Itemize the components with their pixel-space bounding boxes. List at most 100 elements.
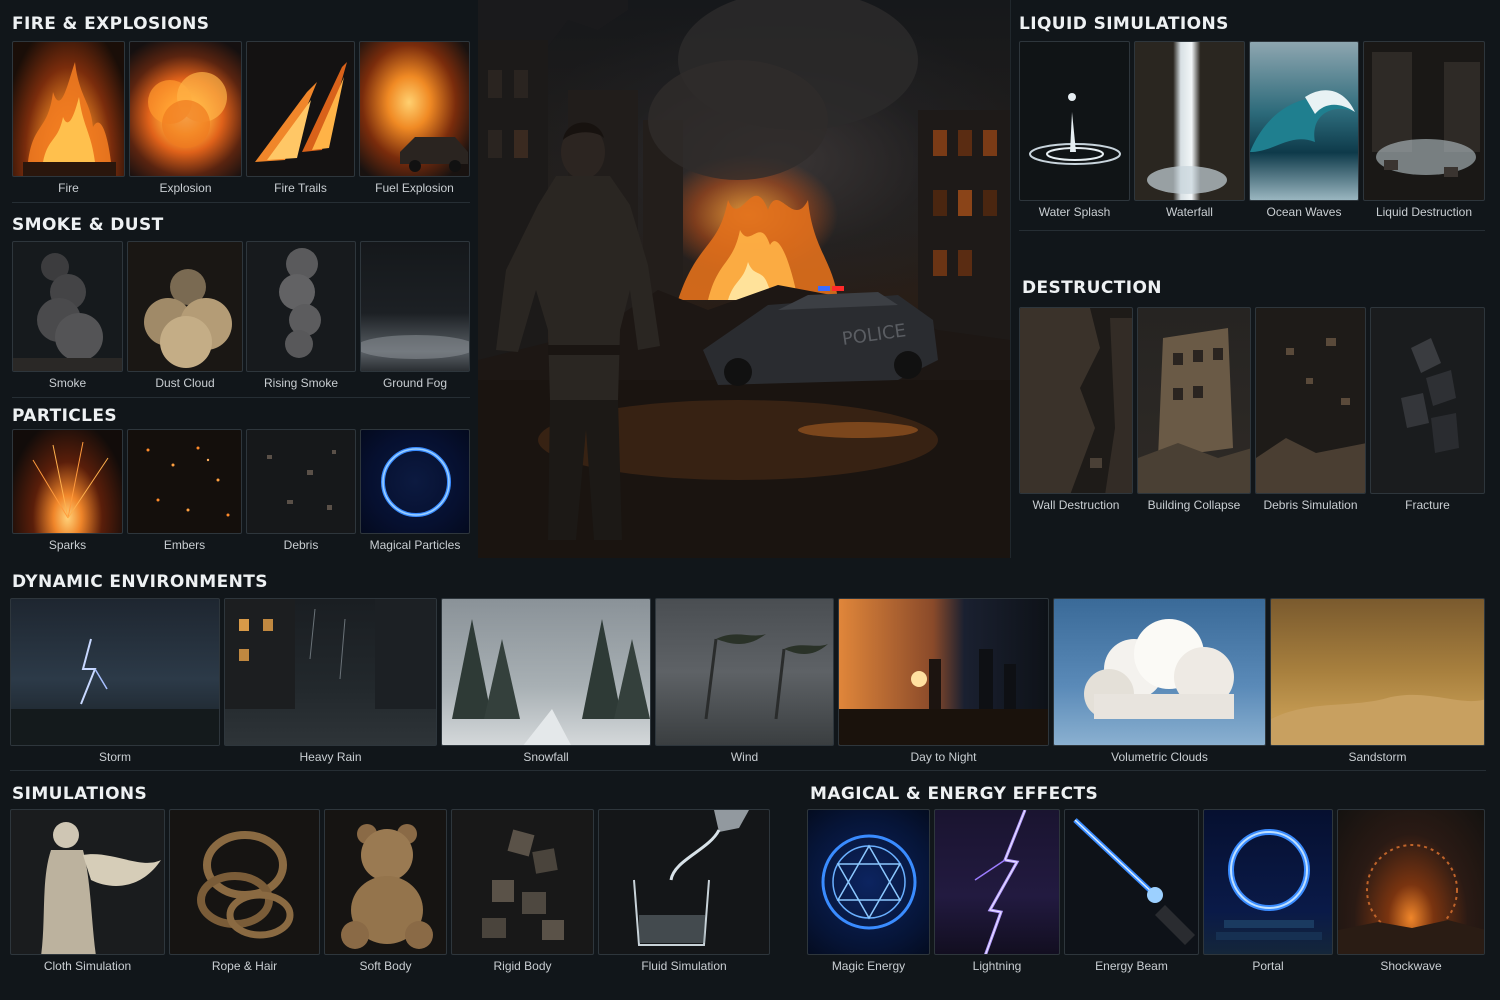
snowfall-icon — [452, 619, 650, 745]
fluid-simulation-icon — [633, 810, 749, 946]
tile-smoke[interactable]: Smoke — [12, 241, 123, 394]
tile-ground-fog[interactable]: Ground Fog — [360, 241, 470, 394]
tile-label: Building Collapse — [1147, 498, 1241, 512]
wind-icon — [704, 634, 828, 720]
tile-magical-particles[interactable]: Magical Particles — [360, 429, 470, 556]
tile-label: Fracture — [1405, 498, 1450, 512]
tile-water-splash[interactable]: Water Splash — [1019, 41, 1130, 223]
section-title-simulations: SIMULATIONS — [12, 784, 148, 804]
tile-fire[interactable]: Fire — [12, 41, 125, 199]
divider — [12, 202, 470, 203]
magic-energy-icon — [821, 834, 917, 930]
shockwave-icon — [1338, 844, 1484, 954]
tile-day-to-night[interactable]: Day to Night — [838, 598, 1049, 768]
rigid-body-icon — [482, 829, 564, 940]
tile-soft-body[interactable]: Soft Body — [324, 809, 447, 977]
energy-beam-icon — [1073, 818, 1195, 945]
tile-label: Fire — [58, 181, 79, 195]
tile-energy-beam[interactable]: Energy Beam — [1064, 809, 1199, 977]
tile-wall-destruction[interactable]: Wall Destruction — [1019, 307, 1133, 516]
tile-label: Rigid Body — [493, 959, 552, 973]
water-splash-icon — [1029, 93, 1121, 165]
sandstorm-icon — [1271, 694, 1484, 745]
tile-portal[interactable]: Portal — [1203, 809, 1333, 977]
section-title-dynamic-environments: DYNAMIC ENVIRONMENTS — [12, 572, 268, 592]
tile-dust-cloud[interactable]: Dust Cloud — [127, 241, 243, 394]
tile-sparks[interactable]: Sparks — [12, 429, 123, 556]
fire-icon — [23, 62, 116, 176]
divider — [1019, 230, 1485, 231]
tile-label: Ground Fog — [382, 376, 448, 390]
tile-label: Explosion — [159, 181, 212, 195]
fracture-icon — [1401, 338, 1459, 453]
tile-wind[interactable]: Wind — [655, 598, 834, 768]
tile-label: Storm — [98, 750, 131, 764]
ocean-waves-icon — [1250, 90, 1355, 152]
storm-icon — [11, 638, 219, 745]
tile-liquid-destruction[interactable]: Liquid Destruction — [1363, 41, 1485, 223]
tile-label: Fire Trails — [274, 181, 327, 195]
tile-label: Magic Energy — [831, 959, 906, 973]
tile-cloth-simulation[interactable]: Cloth Simulation — [10, 809, 165, 977]
tile-fuel-explosion[interactable]: Fuel Explosion — [359, 41, 470, 199]
tile-waterfall[interactable]: Waterfall — [1134, 41, 1245, 223]
rope-hair-icon — [197, 831, 294, 939]
tile-shockwave[interactable]: Shockwave — [1337, 809, 1485, 977]
tile-sandstorm[interactable]: Sandstorm — [1270, 598, 1485, 768]
tile-explosion[interactable]: Explosion — [129, 41, 242, 199]
tile-label: Rising Smoke — [263, 376, 339, 390]
rising-smoke-icon — [279, 248, 321, 358]
tile-storm[interactable]: Storm — [10, 598, 220, 768]
tile-magic-energy[interactable]: Magic Energy — [807, 809, 930, 977]
wall-destruction-icon — [1020, 308, 1132, 493]
tile-volumetric-clouds[interactable]: Volumetric Clouds — [1053, 598, 1266, 768]
tile-label: Snowfall — [523, 750, 569, 764]
tile-label: Volumetric Clouds — [1111, 750, 1208, 764]
tile-fracture[interactable]: Fracture — [1370, 307, 1485, 516]
tile-building-collapse[interactable]: Building Collapse — [1137, 307, 1251, 516]
fuel-explosion-icon — [400, 137, 468, 172]
debris-icon — [267, 450, 336, 510]
divider — [1010, 0, 1011, 558]
tile-label: Rope & Hair — [211, 959, 278, 973]
tile-rising-smoke[interactable]: Rising Smoke — [246, 241, 356, 394]
fire-trails-icon — [255, 62, 347, 162]
explosion-icon — [148, 72, 227, 148]
section-title-smoke-dust: SMOKE & DUST — [12, 215, 164, 235]
tile-label: Debris Simulation — [1263, 498, 1358, 512]
tile-label: Magical Particles — [369, 538, 461, 552]
divider — [10, 770, 1486, 771]
tile-label: Soft Body — [359, 959, 412, 973]
section-title-destruction: DESTRUCTION — [1022, 278, 1162, 298]
tile-label: Fuel Explosion — [375, 181, 454, 195]
tile-fluid-simulation[interactable]: Fluid Simulation — [598, 809, 770, 977]
day-to-night-icon — [839, 649, 1048, 745]
tile-label: Wind — [730, 750, 759, 764]
section-title-particles: PARTICLES — [12, 406, 118, 426]
ground-fog-icon — [361, 335, 469, 359]
waterfall-icon — [1147, 166, 1227, 194]
divider — [12, 397, 470, 398]
tile-label: Dust Cloud — [155, 376, 215, 390]
tile-label: Wall Destruction — [1032, 498, 1120, 512]
section-title-magical-energy: MAGICAL & ENERGY EFFECTS — [810, 784, 1099, 804]
tile-debris-simulation[interactable]: Debris Simulation — [1255, 307, 1366, 516]
tile-label: Liquid Destruction — [1375, 205, 1473, 219]
tile-label: Energy Beam — [1095, 959, 1168, 973]
tile-ocean-waves[interactable]: Ocean Waves — [1249, 41, 1359, 223]
tile-rope-hair[interactable]: Rope & Hair — [169, 809, 320, 977]
sparks-icon — [32, 441, 109, 519]
cloth-simulation-icon — [41, 822, 161, 954]
tile-label: Debris — [283, 538, 319, 552]
tile-label: Ocean Waves — [1266, 205, 1342, 219]
tile-heavy-rain[interactable]: Heavy Rain — [224, 598, 437, 768]
tile-fire-trails[interactable]: Fire Trails — [246, 41, 355, 199]
tile-snowfall[interactable]: Snowfall — [441, 598, 651, 768]
tile-label: Sandstorm — [1348, 750, 1407, 764]
tile-rigid-body[interactable]: Rigid Body — [451, 809, 594, 977]
tile-embers[interactable]: Embers — [127, 429, 242, 556]
tile-label: Lightning — [972, 959, 1022, 973]
tile-lightning[interactable]: Lightning — [934, 809, 1060, 977]
section-title-liquid-simulations: LIQUID SIMULATIONS — [1019, 14, 1229, 34]
tile-debris[interactable]: Debris — [246, 429, 356, 556]
